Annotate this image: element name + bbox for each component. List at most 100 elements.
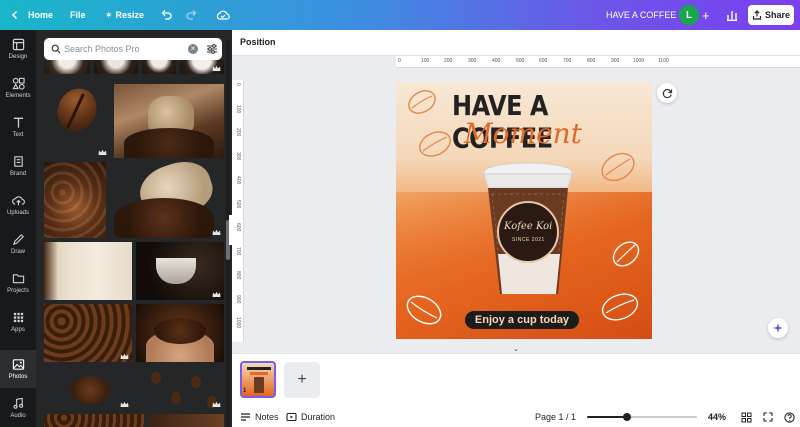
top-bar: Home File ✶ Resize HAVE A COFFEE L + Sha… bbox=[0, 0, 800, 30]
undo-button[interactable] bbox=[160, 0, 172, 30]
page-indicator[interactable]: Page 1 / 1 bbox=[535, 407, 576, 427]
coffee-bean-doodle bbox=[406, 295, 442, 325]
regenerate-button[interactable] bbox=[657, 83, 677, 103]
cta-enjoy-cup[interactable]: Enjoy a cup today bbox=[465, 311, 579, 329]
ruler-tick: 600 bbox=[539, 58, 548, 64]
photo-thumbnail[interactable] bbox=[44, 366, 132, 410]
rail-item-photos[interactable]: Photos bbox=[0, 350, 36, 388]
redo-icon bbox=[186, 10, 197, 20]
ruler-tick: 0 bbox=[398, 58, 401, 64]
coffee-bean-doodle bbox=[612, 241, 640, 267]
magic-assistant-button[interactable] bbox=[768, 318, 788, 338]
crown-icon bbox=[120, 401, 129, 407]
photo-thumbnail[interactable] bbox=[44, 162, 106, 238]
ruler-tick: 400 bbox=[235, 176, 241, 185]
crown-icon bbox=[120, 353, 129, 359]
insights-button[interactable] bbox=[726, 0, 738, 30]
share-button[interactable]: Share bbox=[748, 5, 794, 25]
rail-item-apps[interactable]: Apps bbox=[0, 303, 36, 341]
zoom-slider-knob[interactable] bbox=[623, 413, 631, 421]
beans-pile-shape bbox=[124, 128, 214, 158]
photo-thumbnail[interactable] bbox=[136, 242, 224, 300]
photo-thumbnail[interactable] bbox=[44, 60, 90, 74]
rail-item-brand[interactable]: Brand bbox=[0, 147, 36, 185]
clear-search-button[interactable]: × bbox=[188, 44, 198, 54]
notes-label: Notes bbox=[255, 412, 279, 422]
thumbnail-cup bbox=[254, 377, 264, 393]
search-box[interactable]: × bbox=[44, 38, 222, 60]
rail-item-text[interactable]: Text bbox=[0, 108, 36, 146]
file-menu-button[interactable]: File bbox=[70, 0, 86, 30]
photo-thumbnail[interactable] bbox=[110, 162, 224, 238]
photo-thumbnail[interactable] bbox=[44, 414, 144, 427]
ruler-left: 0 100 200 300 400 500 600 700 800 900 10… bbox=[232, 80, 244, 342]
filter-sliders-icon[interactable] bbox=[206, 43, 218, 55]
photo-thumbnail[interactable] bbox=[136, 304, 224, 362]
photo-thumbnail[interactable] bbox=[148, 414, 224, 427]
avatar[interactable]: L bbox=[679, 5, 699, 25]
thumbnail-subtitle-line bbox=[250, 372, 268, 375]
help-button[interactable] bbox=[784, 407, 795, 427]
rail-item-design[interactable]: Design bbox=[0, 30, 36, 68]
rail-label: Text bbox=[12, 132, 24, 138]
notes-button[interactable]: Notes bbox=[240, 407, 279, 427]
design-title[interactable]: HAVE A COFFEE bbox=[606, 0, 676, 30]
ruler-tick: 700 bbox=[563, 58, 572, 64]
photo-thumbnail[interactable] bbox=[136, 366, 224, 410]
sparkle-icon: ✶ bbox=[105, 9, 113, 20]
photo-thumbnail[interactable] bbox=[44, 304, 132, 362]
rail-label: Apps bbox=[11, 327, 25, 333]
grid-view-button[interactable] bbox=[741, 407, 752, 427]
share-upload-icon bbox=[752, 10, 762, 20]
rail-item-projects[interactable]: Projects bbox=[0, 264, 36, 302]
rail-item-uploads[interactable]: Uploads bbox=[0, 186, 36, 224]
rail-label: Uploads bbox=[6, 210, 29, 216]
duration-label: Duration bbox=[301, 412, 336, 422]
share-label: Share bbox=[764, 10, 790, 20]
fullscreen-button[interactable] bbox=[763, 407, 773, 427]
ruler-tick: 600 bbox=[235, 223, 241, 232]
ruler-tick: 1000 bbox=[235, 317, 241, 329]
photo-thumbnail[interactable] bbox=[142, 60, 176, 74]
home-button[interactable]: Home bbox=[10, 0, 53, 30]
photo-thumbnail[interactable] bbox=[180, 60, 224, 74]
duration-button[interactable]: Duration bbox=[286, 407, 335, 427]
audio-icon bbox=[12, 397, 23, 409]
cloud-check-icon bbox=[216, 10, 230, 20]
resize-button[interactable]: ✶ Resize bbox=[105, 0, 144, 30]
photo-thumbnail[interactable] bbox=[44, 84, 110, 158]
ruler-tick: 700 bbox=[235, 247, 241, 256]
ruler-tick: 300 bbox=[468, 58, 477, 64]
crown-icon bbox=[212, 229, 221, 235]
rail-item-draw[interactable]: Draw bbox=[0, 225, 36, 263]
ruler-tick: 800 bbox=[587, 58, 596, 64]
design-canvas[interactable]: HAVE A COFFEE Moment Kofee Koi SINCE 202… bbox=[396, 82, 652, 339]
ruler-tick: 100 bbox=[235, 105, 241, 114]
rail-item-audio[interactable]: Audio bbox=[0, 389, 36, 427]
zoom-slider-fill bbox=[587, 416, 627, 418]
projects-icon bbox=[12, 274, 24, 284]
crown-icon bbox=[212, 65, 221, 71]
footer-bar: Notes Duration Page 1 / 1 44% bbox=[232, 407, 800, 427]
photo-thumbnail[interactable] bbox=[44, 242, 132, 300]
add-page-button[interactable]: + bbox=[284, 362, 320, 398]
position-button[interactable]: Position bbox=[240, 37, 276, 47]
expand-icon bbox=[763, 412, 773, 422]
headline-moment[interactable]: Moment bbox=[464, 117, 582, 150]
zoom-percentage[interactable]: 44% bbox=[708, 407, 726, 427]
home-label: Home bbox=[28, 10, 54, 20]
ruler-tick: 400 bbox=[492, 58, 501, 64]
rail-label: Projects bbox=[7, 288, 29, 294]
photo-thumbnail[interactable] bbox=[114, 84, 224, 158]
add-collaborator-button[interactable]: + bbox=[702, 0, 710, 30]
ruler-tick: 200 bbox=[235, 128, 241, 137]
search-input[interactable] bbox=[64, 41, 184, 57]
chevron-down-icon: ⌄ bbox=[513, 346, 519, 353]
photo-thumbnail[interactable] bbox=[94, 60, 138, 74]
cloud-save-button[interactable] bbox=[216, 0, 230, 30]
rail-item-elements[interactable]: Elements bbox=[0, 69, 36, 107]
beans-edge-shape bbox=[44, 242, 58, 300]
close-icon: × bbox=[190, 44, 196, 53]
context-toolbar: Position bbox=[232, 30, 800, 56]
redo-button[interactable] bbox=[186, 0, 198, 30]
